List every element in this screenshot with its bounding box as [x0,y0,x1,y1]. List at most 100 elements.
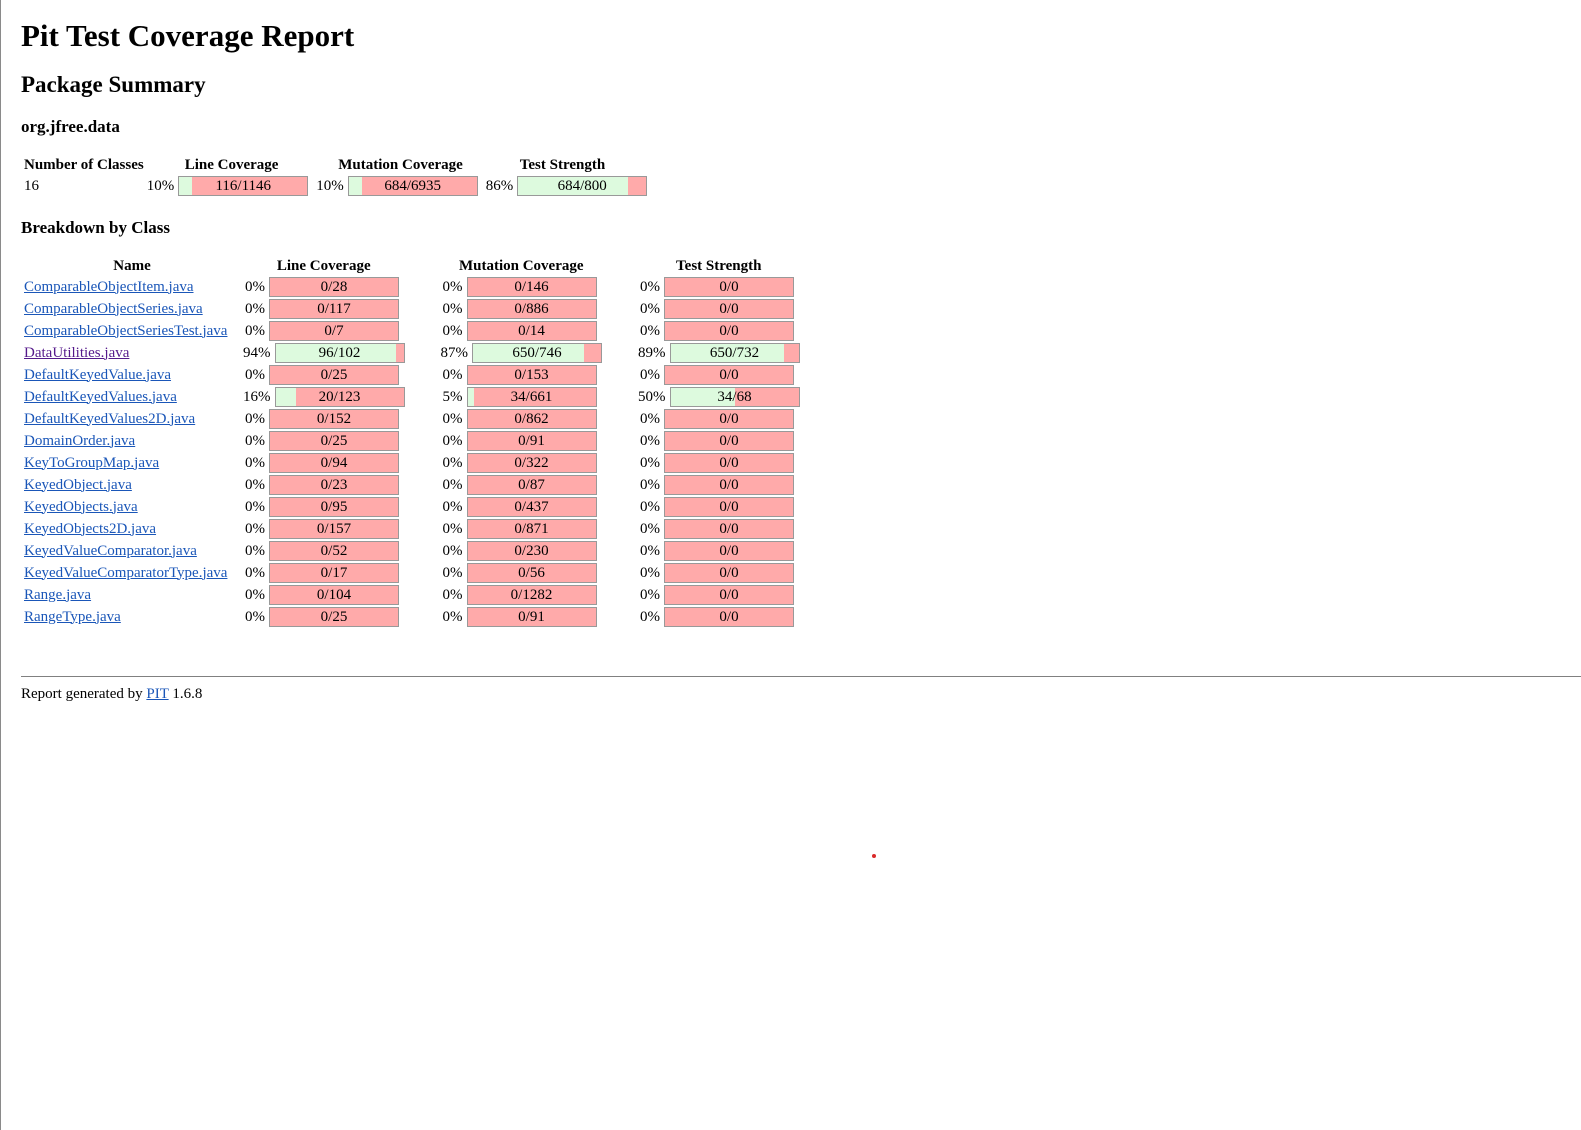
line-coverage-percent: 0% [245,432,265,449]
mutation-coverage-bar: 650/746 [472,343,602,363]
mutation-coverage-bar: 0/56 [466,563,597,583]
class-link[interactable]: ComparableObjectItem.java [24,279,194,295]
mutation-coverage-cell: 0% 0/862 [441,409,603,429]
class-link[interactable]: KeyedObjects2D.java [24,521,156,537]
class-name-cell: KeyedObjects2D.java [23,519,241,539]
test-strength-cell: 0% 0/0 [638,563,800,583]
mutation-coverage-bar: 684/6935 [347,176,478,196]
line-coverage-percent: 0% [245,564,265,581]
class-link[interactable]: DefaultKeyedValue.java [24,367,171,383]
mutation-coverage-bar: 0/91 [466,431,597,451]
window-left-border [0,0,1,1130]
class-link[interactable]: KeyedValueComparator.java [24,543,197,559]
test-strength-bar: 0/0 [664,431,794,451]
pit-link[interactable]: PIT [146,686,168,702]
class-name-cell: RangeType.java [23,607,241,627]
test-strength-ratio: 0/0 [719,587,739,603]
test-strength-percent: 0% [640,520,660,537]
class-link[interactable]: ComparableObjectSeriesTest.java [24,323,227,339]
class-name-cell: DataUtilities.java [23,343,241,363]
class-name-cell: Range.java [23,585,241,605]
line-coverage-percent: 0% [245,520,265,537]
mutation-coverage-percent: 0% [442,300,463,317]
table-row: KeyedValueComparatorType.java 0% 0/17 0% 0/5… [23,563,800,583]
line-coverage-ratio: 0/117 [317,301,351,317]
class-link[interactable]: ComparableObjectSeries.java [24,301,203,317]
class-link[interactable]: KeyToGroupMap.java [24,455,159,471]
test-strength-bar: 0/0 [664,321,794,341]
header-test-strength: Test Strength [519,157,606,173]
mutation-coverage-ratio: 0/1282 [510,587,553,603]
line-coverage-bar: 116/1146 [178,176,309,196]
line-coverage-bar: 0/25 [269,431,399,451]
mutation-coverage-ratio: 0/14 [518,323,545,339]
line-coverage-cell: 0% 0/25 [243,607,405,627]
section-title: Package Summary [21,72,206,97]
class-link[interactable]: DefaultKeyedValues2D.java [24,411,195,427]
line-coverage-bar: 0/152 [269,409,399,429]
mutation-coverage-cell: 0% 0/146 [441,277,603,297]
line-coverage-bar: 0/25 [269,365,399,385]
mutation-coverage-ratio: 0/87 [518,477,545,493]
line-coverage-percent: 0% [245,322,265,339]
class-link[interactable]: KeyedValueComparatorType.java [24,565,227,581]
line-coverage-cell: 0% 0/94 [243,453,405,473]
test-strength-percent: 0% [640,410,660,427]
test-strength-cell: 0% 0/0 [638,607,800,627]
cursor-dot [872,854,876,858]
test-strength-ratio: 0/0 [719,477,739,493]
mutation-coverage-percent: 0% [442,608,463,625]
mutation-coverage-ratio: 0/322 [514,455,549,471]
line-coverage-percent: 0% [245,278,265,295]
class-link[interactable]: Range.java [24,587,91,603]
class-link[interactable]: KeyedObjects.java [24,499,138,515]
header-number-of-classes: Number of Classes [24,157,144,173]
header-mutation-coverage: Mutation Coverage [458,258,584,274]
test-strength-bar: 0/0 [664,409,794,429]
class-link[interactable]: RangeType.java [24,609,121,625]
table-row: DefaultKeyedValues.java 16% 20/123 5% 34/661… [23,387,800,407]
mutation-coverage-percent: 0% [442,542,463,559]
line-coverage-ratio: 0/52 [320,543,348,559]
line-coverage-cell: 0% 0/25 [243,365,405,385]
mutation-coverage-cell: 0% 0/14 [441,321,603,341]
line-coverage-cell: 0% 0/17 [243,563,405,583]
class-link[interactable]: DefaultKeyedValues.java [24,389,177,405]
mutation-coverage-bar: 0/437 [466,497,597,517]
summary-line-coverage: 10% 116/1146 [147,176,309,196]
line-coverage-ratio: 0/157 [316,521,352,537]
class-link[interactable]: DomainOrder.java [24,433,135,449]
line-coverage-percent: 0% [245,542,265,559]
line-coverage-ratio: 0/25 [320,609,348,625]
line-coverage-ratio: 0/7 [324,323,344,339]
mutation-coverage-percent: 0% [442,476,463,493]
mutation-coverage-percent: 0% [442,586,463,603]
test-strength-ratio: 684/800 [557,178,607,194]
mutation-coverage-cell: 0% 0/91 [441,607,603,627]
line-coverage-bar: 20/123 [274,387,405,407]
class-link[interactable]: KeyedObject.java [24,477,132,493]
number-of-classes: 16 [24,177,39,194]
footer: Report generated by PIT 1.6.8 [21,686,202,703]
test-strength-ratio: 0/0 [719,565,739,581]
test-strength-ratio: 34/68 [717,389,752,405]
mutation-coverage-percent: 0% [442,520,463,537]
test-strength-cell: 0% 0/0 [638,453,800,473]
line-coverage-bar: 0/117 [269,299,399,319]
line-coverage-ratio: 0/28 [320,279,348,295]
test-strength-percent: 0% [640,608,660,625]
test-strength-percent: 0% [640,454,660,471]
class-link[interactable]: DataUtilities.java [24,345,129,361]
page-title: Pit Test Coverage Report [21,18,355,53]
test-strength-bar: 0/0 [664,585,794,605]
mutation-coverage-bar: 0/1282 [466,585,597,605]
mutation-coverage-percent: 0% [442,322,463,339]
footer-divider [21,676,1581,677]
line-coverage-cell: 0% 0/152 [243,409,405,429]
line-coverage-percent: 0% [245,300,265,317]
mutation-coverage-percent: 5% [442,388,463,405]
mutation-coverage-percent: 0% [442,366,463,383]
class-name-cell: DefaultKeyedValue.java [23,365,241,385]
line-coverage-ratio: 0/94 [320,455,348,471]
line-coverage-cell: 0% 0/52 [243,541,405,561]
